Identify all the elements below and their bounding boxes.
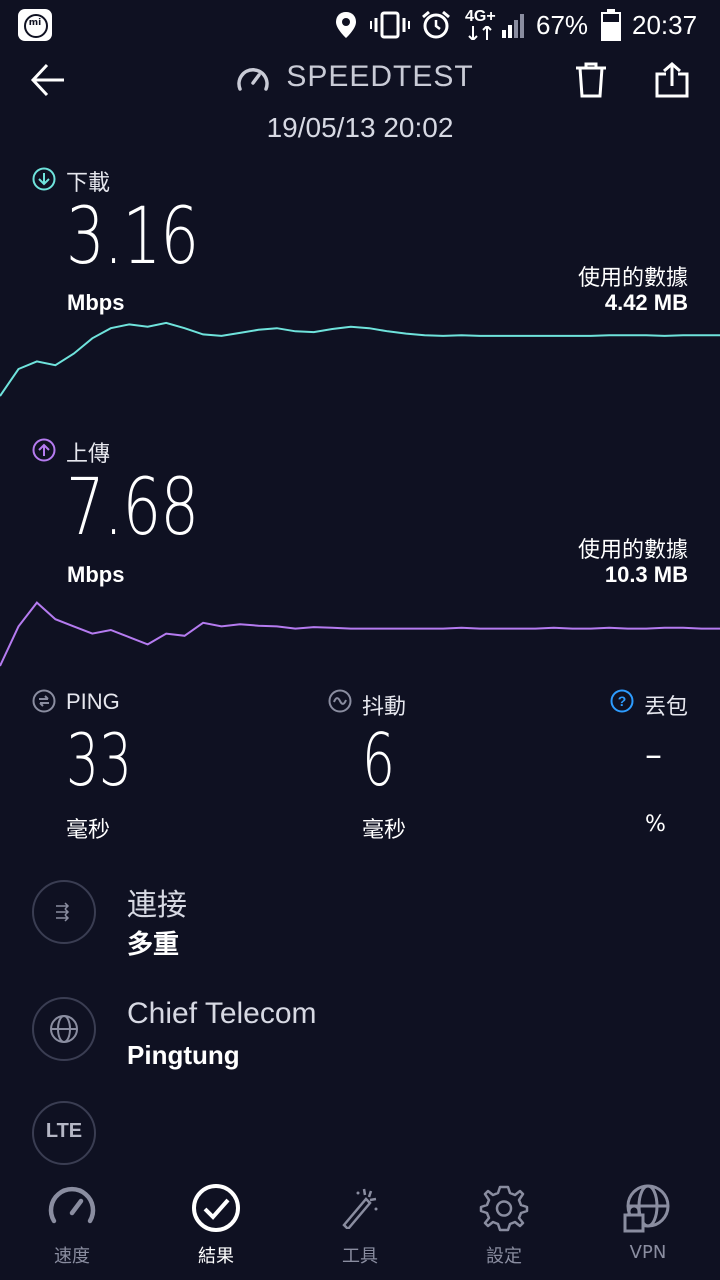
mi-app-icon: mi [18, 9, 52, 41]
battery-percent: 67% [536, 10, 589, 40]
vibrate-icon [370, 11, 410, 39]
check-circle-icon [192, 1184, 240, 1232]
trash-icon[interactable] [574, 62, 608, 98]
nav-tools[interactable]: 工具 [310, 1165, 410, 1275]
upload-arrow-icon [32, 438, 56, 462]
connection-title: 連接 [127, 889, 187, 922]
network-type-indicator: 4G+ [465, 8, 496, 25]
ping-value: 33 [66, 718, 132, 802]
download-unit: Mbps [67, 290, 125, 315]
battery-icon [601, 9, 621, 41]
connection-sub: 多重 [127, 929, 180, 959]
jitter-unit: 毫秒 [362, 818, 407, 843]
jitter-value: 6 [362, 718, 395, 802]
nav-results[interactable]: 結果 [166, 1165, 266, 1275]
download-data-used-value: 4.42 MB [604, 290, 688, 315]
connections-icon [56, 902, 70, 922]
share-icon[interactable] [654, 62, 690, 98]
download-speed-value: 3.16 [66, 192, 199, 282]
network-icon-circle: LTE [32, 1101, 96, 1165]
download-data-used-label: 使用的數據 [577, 266, 688, 291]
download-arrow-icon [32, 167, 56, 191]
nav-tools-label: 工具 [342, 1246, 378, 1267]
upload-graph [0, 601, 720, 667]
globe-icon [50, 1015, 78, 1043]
svg-text:?: ? [618, 693, 627, 709]
packet-loss-label: 丟包 [644, 694, 689, 719]
nav-settings-label: 設定 [486, 1246, 522, 1267]
server-icon-circle [32, 997, 96, 1061]
ping-unit: 毫秒 [66, 818, 111, 843]
help-icon[interactable]: ? [610, 689, 634, 713]
jitter-icon [328, 689, 352, 713]
signal-icon [502, 14, 524, 38]
nav-results-label: 結果 [198, 1246, 234, 1267]
result-date: 19/05/13 20:02 [266, 112, 454, 143]
alarm-icon [422, 10, 450, 39]
data-arrows-icon [468, 26, 492, 40]
nav-vpn[interactable]: VPN [598, 1165, 698, 1275]
upload-data-used-value: 10.3 MB [604, 562, 688, 587]
back-arrow-icon[interactable] [30, 62, 66, 98]
nav-speed[interactable]: 速度 [22, 1165, 122, 1275]
status-bar: mi 4G+ 67% 20:37 [0, 0, 720, 50]
gear-icon [479, 1185, 529, 1232]
bottom-nav: 速度 結果 工具 設定 VPN [0, 1165, 720, 1280]
jitter-label: 抖動 [362, 694, 407, 719]
magic-wand-icon [342, 1188, 378, 1229]
server-location: Pingtung [127, 1040, 240, 1070]
upload-data-used-label: 使用的數據 [577, 538, 688, 563]
connection-icon-circle [32, 880, 96, 944]
nav-vpn-label: VPN [629, 1242, 667, 1263]
download-graph [0, 321, 720, 397]
upload-speed-value: 7.68 [66, 463, 199, 553]
nav-settings[interactable]: 設定 [454, 1165, 554, 1275]
globe-lock-icon [623, 1184, 670, 1233]
packet-loss-value: – [645, 735, 662, 775]
lte-badge: LTE [45, 1120, 83, 1142]
page-title: SPEEDTEST [286, 60, 474, 93]
location-icon [336, 12, 356, 38]
clock: 20:37 [632, 10, 698, 40]
packet-loss-unit: % [645, 812, 666, 837]
ping-label: PING [66, 689, 120, 714]
upload-unit: Mbps [67, 562, 125, 587]
server-name: Chief Telecom [127, 997, 317, 1030]
ping-icon [32, 689, 56, 713]
nav-speed-label: 速度 [54, 1246, 90, 1267]
speedometer-icon [48, 1186, 96, 1224]
